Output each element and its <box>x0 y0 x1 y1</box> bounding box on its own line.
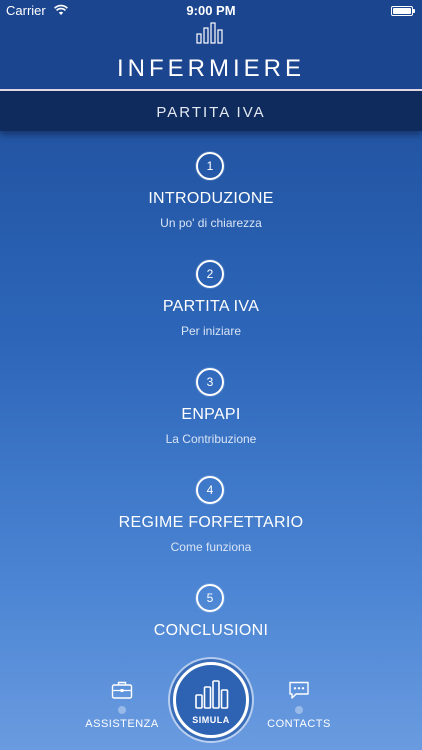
chapter-subtitle: Per iniziare <box>180 324 242 338</box>
tab-label: ASSISTENZA <box>85 718 159 730</box>
chapter-subtitle: Come funziona <box>170 540 252 554</box>
bar-chart-icon <box>195 680 229 709</box>
chapter-title: PARTITA IVA <box>162 298 260 315</box>
chapter-number-badge: 5 <box>196 584 224 612</box>
battery-level <box>393 8 411 14</box>
status-bar: Carrier 9:00 PM <box>0 0 422 22</box>
tab-assistenza[interactable]: ASSISTENZA <box>80 680 164 730</box>
section-title: PARTITA IVA <box>156 104 266 121</box>
chapter-title: ENPAPI <box>181 406 241 423</box>
chat-bubble-icon <box>289 681 309 699</box>
tab-indicator-dot <box>118 706 126 714</box>
app-title: INFERMIERE <box>116 55 305 82</box>
simula-button[interactable]: SIMULA <box>173 662 249 738</box>
chapter-title: INTRODUZIONE <box>148 190 274 207</box>
chapter-item-enpapi[interactable]: 3 ENPAPI La Contribuzione <box>0 366 422 456</box>
chapter-subtitle: Un po' di chiarezza <box>160 216 262 230</box>
briefcase-icon <box>111 681 133 699</box>
tab-bar: ASSISTENZA SIMULA CONTACTS <box>0 660 422 750</box>
tab-label: CONTACTS <box>267 718 331 730</box>
chapter-title: REGIME FORFETTARIO <box>118 514 304 531</box>
battery-icon <box>391 6 415 16</box>
simula-label: SIMULA <box>192 715 230 725</box>
chapter-number-badge: 4 <box>196 476 224 504</box>
chapter-subtitle: La Contribuzione <box>165 432 257 446</box>
chapter-title: CONCLUSIONI <box>153 622 269 639</box>
tab-contacts[interactable]: CONTACTS <box>257 680 341 730</box>
chapter-number-badge: 1 <box>196 152 224 180</box>
chapter-item-introduzione[interactable]: 1 INTRODUZIONE Un po' di chiarezza <box>0 150 422 240</box>
app-header: INFERMIERE <box>0 22 422 90</box>
chapter-number-badge: 3 <box>196 368 224 396</box>
bar-chart-icon <box>196 22 223 44</box>
tab-indicator-dot <box>295 706 303 714</box>
chapter-item-regime-forfettario[interactable]: 4 REGIME FORFETTARIO Come funziona <box>0 474 422 564</box>
chapter-item-conclusioni[interactable]: 5 CONCLUSIONI <box>0 582 422 672</box>
chapter-item-partita-iva[interactable]: 2 PARTITA IVA Per iniziare <box>0 258 422 348</box>
section-bar: PARTITA IVA <box>0 91 422 131</box>
chapter-number-badge: 2 <box>196 260 224 288</box>
status-time: 9:00 PM <box>186 3 236 18</box>
